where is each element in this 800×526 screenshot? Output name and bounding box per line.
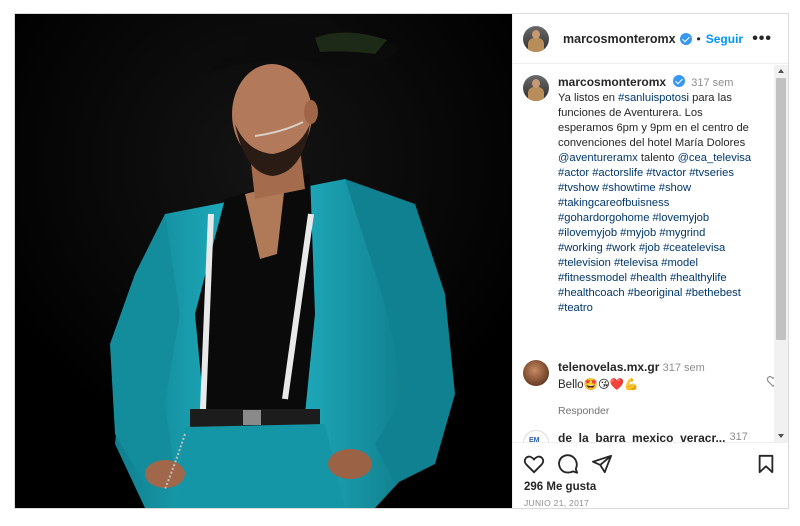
commenter-avatar[interactable] bbox=[523, 360, 549, 386]
separator-dot: • bbox=[696, 31, 701, 46]
author-username[interactable]: marcosmonteromx bbox=[563, 32, 676, 46]
follow-button[interactable]: Seguir bbox=[706, 32, 743, 46]
instagram-post-dialog: marcosmonteromx • Seguir ••• marcosmonte… bbox=[14, 13, 789, 509]
scroll-down-arrow-icon[interactable] bbox=[778, 434, 784, 438]
hashtag-link[interactable]: #ilovemyjob #myjob #mygrind bbox=[558, 227, 705, 239]
share-paper-plane-icon[interactable] bbox=[591, 454, 613, 474]
caption-line: #fitnessmodel #health #healthylife bbox=[558, 271, 780, 286]
caption-line: @aventureramx talento @cea_televisa bbox=[558, 151, 780, 166]
hashtag-link[interactable]: #healthcoach #beoriginal #bethebest bbox=[558, 287, 741, 299]
post-header: marcosmonteromx • Seguir ••• bbox=[513, 14, 788, 64]
like-heart-icon[interactable] bbox=[523, 454, 545, 474]
verified-badge-icon bbox=[679, 32, 692, 45]
caption-author-avatar[interactable] bbox=[523, 75, 549, 101]
caption-line: #ilovemyjob #myjob #mygrind bbox=[558, 226, 780, 241]
caption-text-segment: para las bbox=[689, 92, 732, 104]
more-options-icon[interactable]: ••• bbox=[746, 30, 778, 46]
author-avatar[interactable] bbox=[523, 25, 549, 52]
likes-count[interactable]: 296 Me gusta bbox=[513, 481, 789, 493]
hashtag-link[interactable]: #television #televisa #model bbox=[558, 257, 698, 269]
caption-text-segment: convenciones del hotel María Dolores bbox=[558, 137, 746, 149]
caption-line: #television #televisa #model bbox=[558, 256, 780, 271]
post-photo-image bbox=[15, 14, 512, 508]
scroll-up-arrow-icon[interactable] bbox=[778, 69, 784, 73]
post-side-panel: marcosmonteromx • Seguir ••• marcosmonte… bbox=[512, 14, 789, 508]
commenter-username[interactable]: de_la_barra_mexico_veracr... bbox=[558, 431, 725, 442]
hashtag-link[interactable]: #actor #actorslife #tvactor #tvseries bbox=[558, 167, 734, 179]
comment: telenovelas.mx.gr 317 sem Bello🤩😘❤️💪 Res… bbox=[523, 360, 780, 419]
hashtag-link[interactable]: @aventureramx bbox=[558, 152, 638, 164]
caption-line: esperamos 6pm y 9pm en el centro de bbox=[558, 121, 780, 136]
hashtag-link[interactable]: #teatro bbox=[558, 302, 593, 314]
comment: EM de_la_barra_mexico_veracr... 317 bbox=[523, 430, 773, 442]
caption-line: #healthcoach #beoriginal #bethebest bbox=[558, 286, 780, 301]
caption-line: #takingcareofbuisness bbox=[558, 196, 780, 211]
action-icons bbox=[513, 443, 789, 475]
hashtag-link[interactable]: #takingcareofbuisness bbox=[558, 197, 669, 209]
caption-text-segment: funciones de Aventurera. Los bbox=[558, 107, 703, 119]
comment-text: Bello🤩😘❤️💪 bbox=[558, 379, 639, 391]
commenter-username[interactable]: telenovelas.mx.gr bbox=[558, 360, 659, 374]
comment-body: telenovelas.mx.gr 317 sem Bello🤩😘❤️💪 Res… bbox=[558, 360, 705, 419]
caption-text: Ya listos en #sanluispotosi para las func… bbox=[558, 91, 780, 316]
caption-line: #actor #actorslife #tvactor #tvseries bbox=[558, 166, 780, 181]
commenter-avatar[interactable]: EM bbox=[523, 430, 549, 442]
caption-text-segment: Ya listos en bbox=[558, 92, 619, 104]
caption-line: funciones de Aventurera. Los bbox=[558, 106, 780, 121]
caption-line: #teatro bbox=[558, 301, 780, 316]
comment-time[interactable]: 317 sem bbox=[663, 362, 705, 374]
caption-line: #gohardorgohome #lovemyjob bbox=[558, 211, 780, 226]
comments-scroll-area[interactable]: marcosmonteromx 317 sem Ya listos en #sa… bbox=[513, 65, 789, 442]
scrollbar[interactable] bbox=[774, 65, 788, 442]
caption-text-segment: talento bbox=[637, 152, 678, 164]
hashtag-link[interactable]: #gohardorgohome #lovemyjob bbox=[558, 212, 709, 224]
caption-body: marcosmonteromx 317 sem Ya listos en #sa… bbox=[558, 75, 780, 316]
hashtag-link[interactable]: #tvshow #showtime #show bbox=[558, 182, 691, 194]
caption-line: #working #work #job #ceatelevisa bbox=[558, 241, 780, 256]
caption-text-segment: esperamos 6pm y 9pm en el centro de bbox=[558, 122, 749, 134]
reply-button[interactable]: Responder bbox=[558, 404, 705, 419]
caption-username[interactable]: marcosmonteromx bbox=[558, 75, 666, 89]
caption-line: #tvshow #showtime #show bbox=[558, 181, 780, 196]
caption-time[interactable]: 317 sem bbox=[691, 77, 733, 89]
save-bookmark-icon[interactable] bbox=[757, 454, 775, 474]
caption: marcosmonteromx 317 sem Ya listos en #sa… bbox=[513, 65, 789, 316]
post-photo[interactable] bbox=[15, 14, 512, 508]
caption-line: convenciones del hotel María Dolores bbox=[558, 136, 780, 151]
verified-badge-icon bbox=[673, 75, 686, 87]
scrollbar-thumb[interactable] bbox=[776, 78, 786, 340]
comment-bubble-icon[interactable] bbox=[557, 453, 579, 475]
hashtag-link[interactable]: #working #work #job #ceatelevisa bbox=[558, 242, 725, 254]
post-date[interactable]: JUNIO 21, 2017 bbox=[513, 498, 789, 508]
caption-line: Ya listos en #sanluispotosi para las bbox=[558, 91, 780, 106]
post-actions: 296 Me gusta JUNIO 21, 2017 bbox=[513, 442, 789, 508]
comment-time[interactable]: 317 bbox=[729, 431, 747, 442]
hashtag-link[interactable]: #fitnessmodel #health #healthylife bbox=[558, 272, 727, 284]
hashtag-link[interactable]: #sanluispotosi bbox=[618, 92, 689, 104]
hashtag-link[interactable]: @cea_televisa bbox=[678, 152, 752, 164]
